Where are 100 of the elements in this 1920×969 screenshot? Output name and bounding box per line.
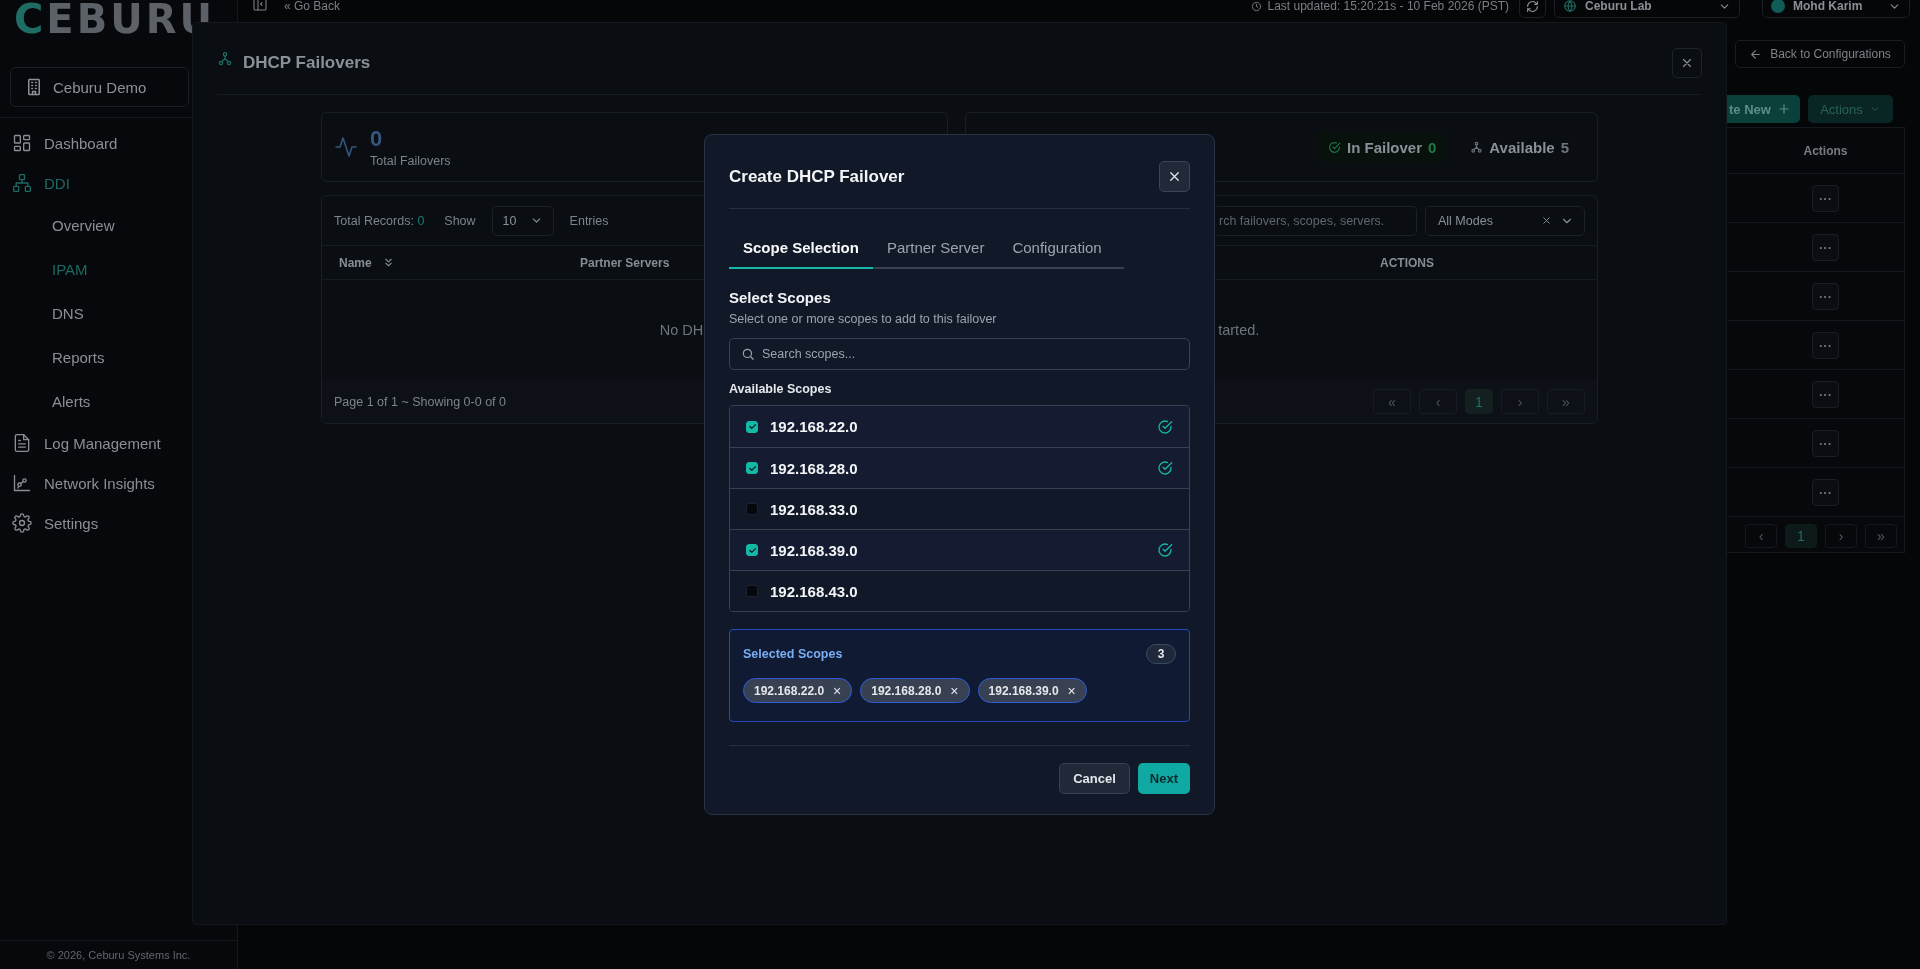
scope-address: 192.168.33.0: [770, 500, 858, 518]
section-hint: Select one or more scopes to add to this failover: [729, 312, 998, 326]
search-field[interactable]: Search scopes...: [729, 338, 1190, 370]
check-circle-icon: [1157, 542, 1173, 558]
stat-value: 0: [370, 126, 384, 152]
remove-button[interactable]: ×: [1067, 682, 1076, 699]
column-header: Partner Servers: [580, 255, 670, 270]
check-circle-icon: [1327, 140, 1341, 154]
network-icon: [217, 51, 233, 67]
check-icon: [747, 463, 757, 473]
row-menu-button[interactable]: ···: [1812, 233, 1839, 261]
checkbox[interactable]: [746, 585, 758, 597]
sidebar-item[interactable]: Settings: [0, 503, 99, 543]
show-label: Show: [444, 213, 476, 228]
search-icon: [741, 347, 755, 361]
panel-title: Selected Scopes: [743, 647, 843, 661]
column-header: Name: [339, 255, 372, 270]
row-menu-button[interactable]: ···: [1812, 282, 1839, 310]
scope-address: 192.168.22.0: [770, 418, 858, 435]
entries-label: Entries: [569, 213, 609, 228]
scope-chip: 192.168.22.0 ×: [743, 678, 853, 703]
scope-row[interactable]: 192.168.39.0: [730, 529, 1189, 570]
stat-label: Total Failovers: [370, 154, 451, 168]
sidebar-subitem[interactable]: Alerts: [52, 379, 91, 423]
arrow-left-icon: [1749, 47, 1763, 61]
status-label: Available 5: [1460, 132, 1579, 162]
refresh-button[interactable]: [1519, 0, 1546, 18]
sidebar-item[interactable]: Log Management: [0, 423, 161, 463]
sidebar-subitem[interactable]: DNS: [52, 291, 84, 335]
tab[interactable]: Configuration: [998, 227, 1116, 269]
scope-row[interactable]: 192.168.43.0: [730, 570, 1189, 611]
avatar: [1771, 0, 1785, 13]
sidebar-item[interactable]: Network Insights: [0, 463, 155, 503]
row-menu-button[interactable]: ···: [1812, 429, 1839, 457]
organization-selector[interactable]: Ceburu Demo: [10, 67, 189, 107]
pulse-icon: [334, 135, 358, 159]
row-menu-button[interactable]: ···: [1812, 380, 1839, 408]
sidebar-subitem[interactable]: Reports: [52, 335, 105, 379]
tab[interactable]: Partner Server: [872, 227, 999, 269]
workspace-selector[interactable]: Ceburu Lab: [1554, 0, 1740, 18]
row-menu-button[interactable]: ···: [1812, 184, 1839, 212]
checkbox[interactable]: [746, 420, 758, 433]
remove-button[interactable]: ×: [833, 682, 842, 699]
page-size-select[interactable]: 10: [491, 205, 554, 236]
sidebar-item[interactable]: DDI: [0, 163, 70, 203]
row-menu-button[interactable]: ···: [1812, 478, 1839, 506]
sidebar-subitem[interactable]: IPAM: [52, 247, 88, 291]
user-menu[interactable]: Mohd Karim: [1762, 0, 1910, 18]
tab[interactable]: Scope Selection: [729, 227, 873, 269]
scope-row[interactable]: 192.168.28.0: [730, 447, 1189, 488]
close-icon: [1680, 56, 1694, 70]
refresh-icon: [1526, 0, 1539, 13]
scope-address: 192.168.28.0: [770, 459, 858, 477]
clock-icon: [1250, 0, 1262, 12]
nodes-icon: [1470, 140, 1484, 154]
chart-icon: [12, 473, 32, 493]
remove-button[interactable]: ×: [950, 682, 959, 699]
checkbox[interactable]: [746, 544, 758, 556]
check-icon: [747, 545, 757, 555]
cancel-button[interactable]: Cancel: [1059, 763, 1130, 794]
logo: CEBURU: [13, 0, 215, 38]
checkbox[interactable]: [746, 462, 758, 474]
back-button[interactable]: Back to Configurations: [1735, 40, 1905, 68]
close-icon: [1167, 169, 1182, 184]
create-button[interactable]: te New: [1727, 95, 1800, 123]
count-badge: 3: [1146, 644, 1176, 664]
empty-message: No DH: [659, 322, 704, 338]
scope-address: 192.168.39.0: [770, 541, 858, 559]
drawer-title: DHCP Failovers: [243, 52, 371, 74]
search-field[interactable]: rch failovers, scopes, servers.: [1217, 205, 1417, 236]
total-records-text: Total Records: 0: [334, 213, 425, 228]
network-icon: [12, 173, 32, 193]
status-badge: In Failover 0: [1317, 132, 1447, 162]
close-button[interactable]: [1159, 161, 1190, 192]
sidebar-toggle-icon: [252, 0, 268, 12]
scope-chip: 192.168.39.0 ×: [977, 678, 1087, 703]
dialog-title: Create DHCP Failover: [729, 166, 905, 187]
globe-icon: [1563, 0, 1577, 13]
plus-icon: [1776, 102, 1791, 116]
page-info-text: Page 1 of 1 ~ Showing 0-0 of 0: [334, 394, 506, 409]
building-icon: [25, 78, 43, 96]
column-header: ACTIONS: [1380, 255, 1434, 270]
document-icon: [12, 433, 32, 453]
row-menu-button[interactable]: ···: [1812, 331, 1839, 359]
copyright-text: © 2026, Ceburu Systems Inc.: [0, 940, 237, 969]
back-link[interactable]: « Go Back: [284, 0, 341, 12]
dashboard-icon: [12, 133, 32, 153]
check-circle-icon: [1157, 460, 1173, 476]
mode-filter-select[interactable]: All Modes: [1425, 205, 1585, 236]
check-circle-icon: [1157, 418, 1173, 435]
scope-row[interactable]: 192.168.22.0: [730, 406, 1189, 447]
list-label: Available Scopes: [729, 382, 833, 396]
checkbox[interactable]: [746, 503, 758, 515]
scope-chip: 192.168.28.0 ×: [860, 678, 970, 703]
sidebar-subitem[interactable]: Overview: [52, 203, 115, 247]
empty-message: tarted.: [1218, 322, 1260, 338]
sidebar-item[interactable]: Dashboard: [0, 123, 118, 163]
next-button[interactable]: Next: [1137, 763, 1190, 794]
scope-address: 192.168.43.0: [770, 582, 858, 600]
clear-icon: [1541, 215, 1552, 226]
